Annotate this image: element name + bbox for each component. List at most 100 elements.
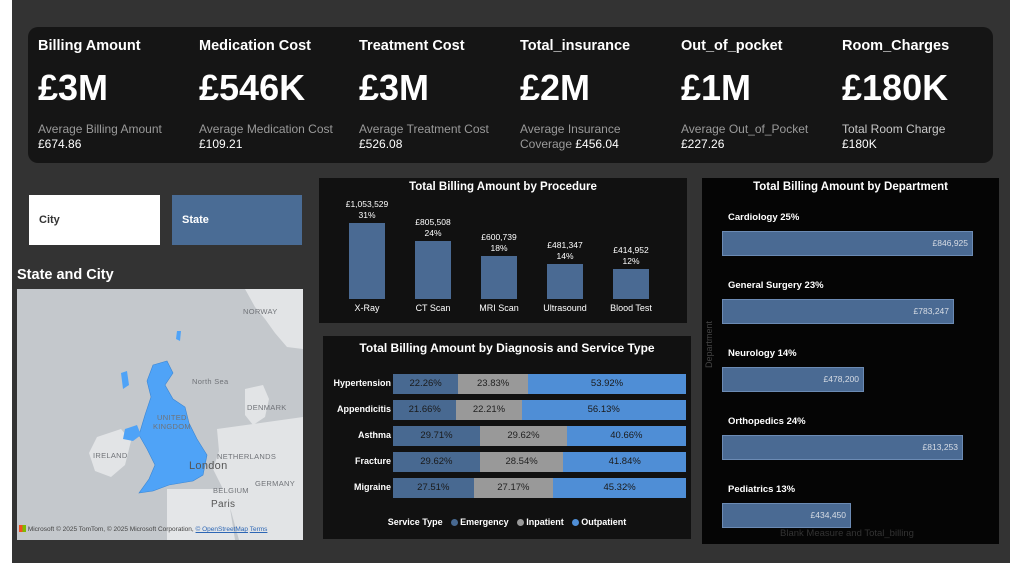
kpi-card-treatment-cost[interactable]: Treatment Cost £3M Average Treatment Cos…	[349, 27, 509, 163]
diagnosis-segment-inpatient[interactable]: 23.83%	[458, 374, 529, 394]
department-bar[interactable]: £478,200	[722, 367, 864, 392]
department-bar[interactable]: £434,450	[722, 503, 851, 528]
legend-dot-outpatient	[572, 519, 580, 526]
kpi-sub-label: Average Insurance	[520, 122, 621, 136]
kpi-panel: Billing Amount £3M Average Billing Amoun…	[28, 27, 993, 163]
department-value-label: £783,247	[913, 306, 949, 316]
map-label-london: London	[189, 460, 228, 472]
kpi-card-room-charges[interactable]: Room_Charges £180K Total Room Charge £18…	[832, 27, 992, 163]
procedure-bar[interactable]	[481, 256, 517, 299]
diagnosis-segment-inpatient[interactable]: 27.17%	[473, 478, 554, 498]
diagnosis-segment-outpatient[interactable]: 56.13%	[521, 400, 686, 420]
procedure-data-label: £805,508 24%	[398, 217, 468, 239]
kpi-value: £546K	[199, 67, 306, 108]
procedure-value-label: £481,347	[547, 240, 583, 250]
legend-item-outpatient[interactable]: Outpatient	[581, 517, 626, 527]
legend-item-inpatient[interactable]: Inpatient	[526, 517, 564, 527]
procedure-bar[interactable]	[349, 223, 385, 299]
diagnosis-row: Hypertension 22.26% 23.83% 53.92%	[323, 374, 691, 394]
diagnosis-segment-outpatient[interactable]: 41.84%	[563, 452, 686, 472]
department-category-label: General Surgery 23%	[728, 280, 824, 291]
procedure-value-label: £414,952	[613, 245, 649, 255]
department-value-label: £478,200	[823, 374, 859, 384]
department-chart-panel[interactable]: Total Billing Amount by Department Depar…	[702, 178, 999, 544]
kpi-sub-value: £227.26	[681, 137, 725, 151]
terms-link[interactable]: Terms	[250, 526, 268, 533]
procedure-pct-label: 31%	[358, 210, 376, 220]
procedure-value-label: £1,053,529	[345, 199, 389, 209]
department-bar[interactable]: £813,253	[722, 435, 963, 460]
diagnosis-chart-panel[interactable]: Total Billing Amount by Diagnosis and Se…	[323, 336, 691, 539]
kpi-sub-label: Total Room Charge	[842, 122, 946, 136]
kpi-title: Room_Charges	[842, 38, 950, 54]
diagnosis-segment-emergency[interactable]: 27.51%	[393, 478, 474, 498]
kpi-sub-label: Average Out_of_Pocket	[681, 122, 809, 136]
diagnosis-row: Fracture 29.62% 28.54% 41.84%	[323, 452, 691, 472]
uk-map[interactable]: NORWAY North Sea DENMARK UNITED KINGDOM …	[17, 289, 303, 540]
kpi-title: Out_of_pocket	[681, 38, 783, 54]
legend-dot-emergency	[451, 519, 459, 526]
procedure-value-label: £600,739	[481, 232, 517, 242]
kpi-card-medication-cost[interactable]: Medication Cost £546K Average Medication…	[189, 27, 349, 163]
department-category-label: Neurology 14%	[728, 348, 797, 359]
procedure-pct-label: 14%	[556, 251, 574, 261]
map-label-ireland: IRELAND	[93, 451, 128, 460]
diagnosis-segment-emergency[interactable]: 29.62%	[393, 452, 480, 472]
procedure-pct-label: 12%	[622, 256, 640, 266]
procedure-category-label: CT Scan	[415, 303, 451, 313]
diagnosis-row: Appendicitis 21.66% 22.21% 56.13%	[323, 400, 691, 420]
department-chart-footer: Blank Measure and Total_billing	[780, 528, 914, 539]
kpi-value: £3M	[359, 67, 430, 108]
microsoft-logo-icon	[19, 525, 26, 532]
kpi-sub-row: £674.86	[38, 137, 81, 151]
diagnosis-segment-inpatient[interactable]: 29.62%	[480, 426, 567, 446]
kpi-sub-label: Average Treatment Cost	[359, 122, 489, 136]
kpi-sub-value: £674.86	[38, 137, 82, 151]
kpi-card-billing-amount[interactable]: Billing Amount £3M Average Billing Amoun…	[28, 27, 188, 163]
kpi-title: Billing Amount	[38, 38, 141, 54]
diagnosis-segment-emergency[interactable]: 21.66%	[393, 400, 457, 420]
kpi-card-out-of-pocket[interactable]: Out_of_pocket £1M Average Out_of_Pocket …	[671, 27, 831, 163]
openstreetmap-link[interactable]: © OpenStreetMap	[196, 526, 248, 533]
legend-dot-inpatient	[517, 519, 525, 526]
department-value-label: £813,253	[922, 442, 958, 452]
procedure-bar[interactable]	[547, 264, 583, 299]
kpi-sub-row: Coverage £456.04	[520, 137, 619, 151]
procedure-pct-label: 24%	[424, 228, 442, 238]
procedure-bar[interactable]	[415, 241, 451, 299]
map-label-norway: NORWAY	[243, 307, 278, 316]
map-label-denmark: DENMARK	[247, 403, 287, 412]
diagnosis-segment-emergency[interactable]: 29.71%	[393, 426, 481, 446]
procedure-data-label: £481,347 14%	[530, 240, 600, 262]
kpi-sub-row: £109.21	[199, 137, 242, 151]
legend-title: Service Type	[387, 517, 443, 527]
kpi-sub-row: £526.08	[359, 137, 402, 151]
state-slicer[interactable]: State	[172, 195, 302, 245]
department-chart-title: Total Billing Amount by Department	[753, 181, 948, 193]
map-copyright: © 2025 TomTom, © 2025 Microsoft Corporat…	[56, 526, 194, 533]
kpi-title: Treatment Cost	[359, 38, 465, 54]
diagnosis-segment-inpatient[interactable]: 22.21%	[456, 400, 522, 420]
diagnosis-segment-emergency[interactable]: 22.26%	[393, 374, 459, 394]
diagnosis-segment-outpatient[interactable]: 45.32%	[553, 478, 686, 498]
kpi-sub-label: Average Medication Cost	[199, 122, 333, 136]
legend-item-emergency[interactable]: Emergency	[460, 517, 509, 527]
diagnosis-segment-outpatient[interactable]: 53.92%	[528, 374, 687, 394]
diagnosis-segment-outpatient[interactable]: 40.66%	[566, 426, 686, 446]
map-label-kingdom: KINGDOM	[153, 422, 191, 431]
kpi-sub-value: £526.08	[359, 137, 403, 151]
kpi-sub-value: £180K	[842, 137, 877, 151]
kpi-title: Medication Cost	[199, 38, 311, 54]
map-attribution: Microsoft © 2025 TomTom, © 2025 Microsof…	[19, 525, 267, 533]
procedure-chart-title: Total Billing Amount by Procedure	[409, 181, 597, 193]
procedure-bar[interactable]	[613, 269, 649, 299]
department-bar[interactable]: £783,247	[722, 299, 954, 324]
map-label-paris: Paris	[211, 499, 236, 510]
city-slicer[interactable]: City	[29, 195, 160, 245]
kpi-card-total-insurance[interactable]: Total_insurance £2M Average Insurance Co…	[510, 27, 670, 163]
procedure-chart-panel[interactable]: Total Billing Amount by Procedure £1,053…	[319, 178, 687, 323]
map-label-germany: GERMANY	[255, 479, 296, 488]
department-bar[interactable]: £846,925	[722, 231, 973, 256]
procedure-category-label: X-Ray	[354, 303, 380, 313]
diagnosis-segment-inpatient[interactable]: 28.54%	[479, 452, 564, 472]
